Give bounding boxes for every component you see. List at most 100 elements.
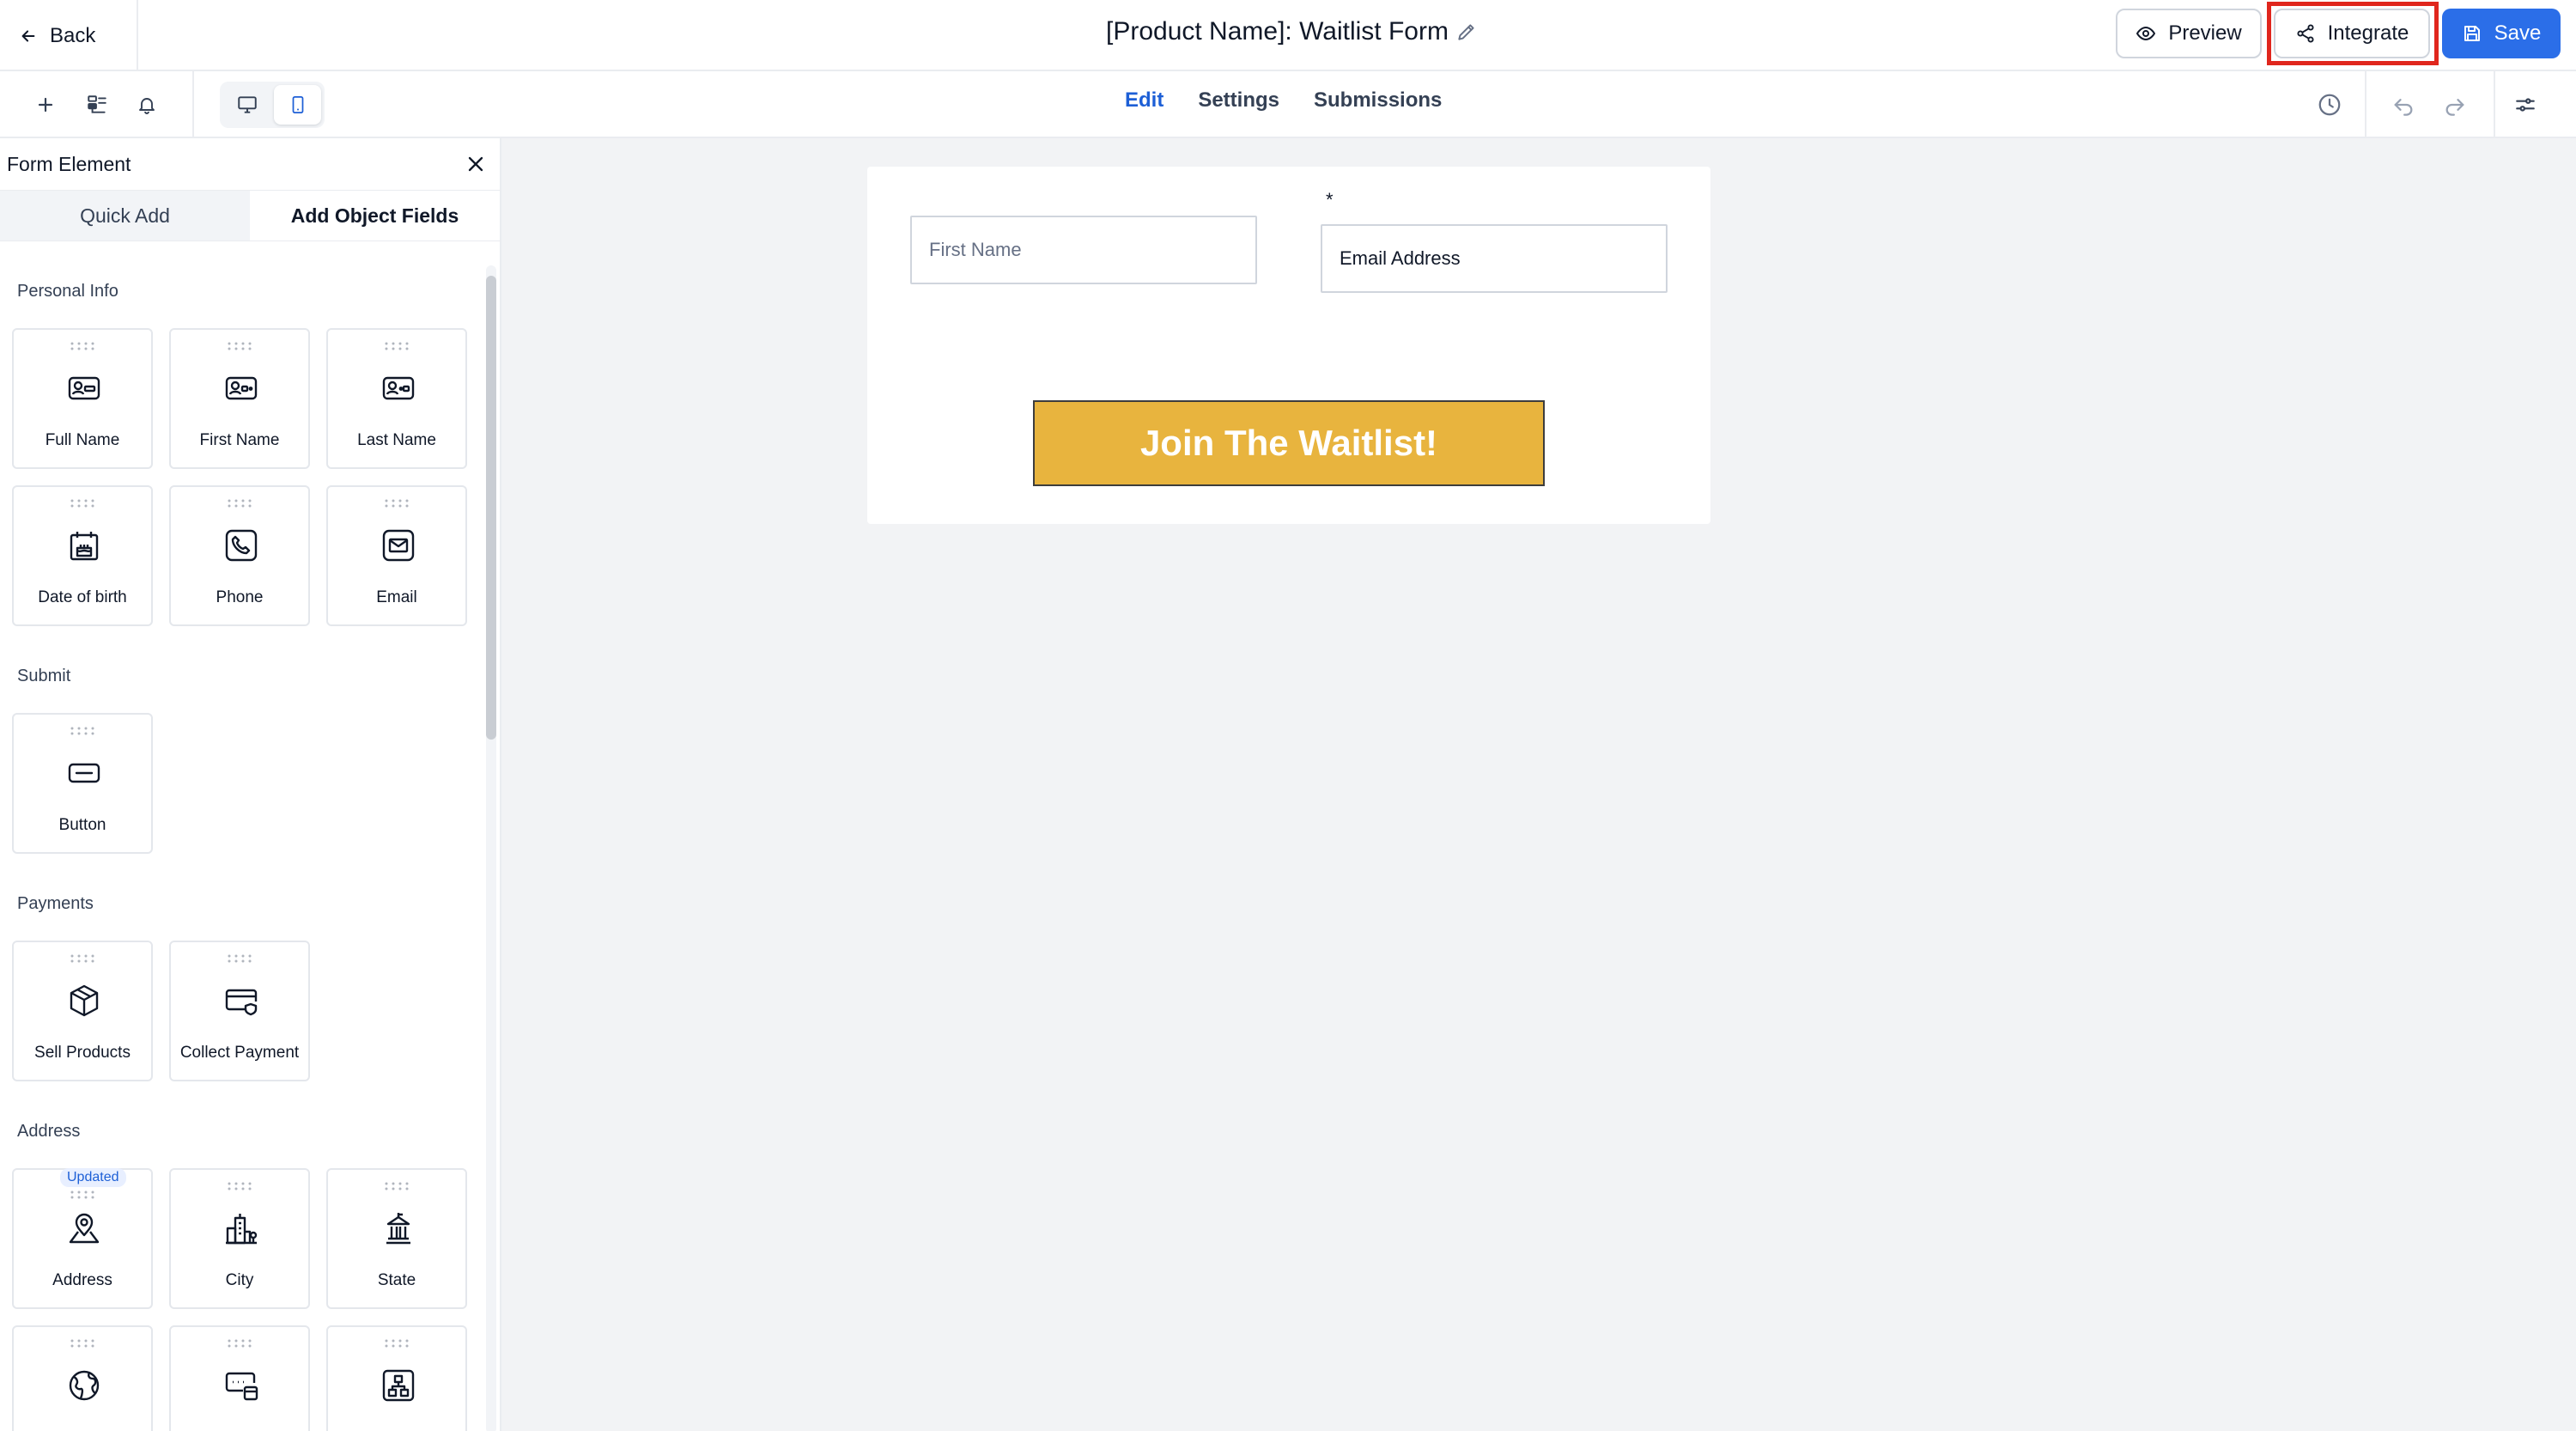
drag-handle-icon xyxy=(385,1182,409,1190)
desktop-view-button[interactable] xyxy=(223,85,270,125)
section-label-submit: Submit xyxy=(17,667,71,685)
id-card-icon xyxy=(382,376,415,400)
drag-handle-icon xyxy=(228,1182,252,1190)
drag-handle-icon xyxy=(228,954,252,963)
editor-toolbar: Edit Settings Submissions xyxy=(0,71,2576,138)
field-postal-code[interactable] xyxy=(169,1325,310,1431)
panel-scrollbar[interactable] xyxy=(486,265,496,1431)
phone-icon xyxy=(225,529,258,562)
pencil-icon[interactable] xyxy=(1455,21,1478,43)
field-label: Last Name xyxy=(357,431,436,449)
field-state[interactable]: State xyxy=(326,1168,467,1309)
arrow-left-icon xyxy=(19,27,38,46)
email-input[interactable]: Email Address xyxy=(1321,224,1668,293)
field-label: Date of birth xyxy=(38,588,127,606)
history-icon[interactable] xyxy=(2315,90,2344,119)
field-label: Collect Payment xyxy=(179,1044,300,1062)
share-nodes-icon xyxy=(2295,23,2316,44)
field-first-name[interactable]: First Name xyxy=(169,328,310,469)
drag-handle-icon xyxy=(228,499,252,508)
field-label: Sell Products xyxy=(34,1044,131,1062)
field-label: Button xyxy=(58,816,106,834)
field-collect-payment[interactable]: Collect Payment xyxy=(169,941,310,1081)
monitor-icon xyxy=(235,94,259,116)
drag-handle-icon xyxy=(70,499,94,508)
field-label: City xyxy=(225,1271,254,1289)
birthday-cake-icon xyxy=(70,532,99,561)
save-disk-icon xyxy=(2462,23,2482,44)
field-phone[interactable]: Phone xyxy=(169,485,310,626)
city-buildings-icon xyxy=(226,1214,258,1245)
field-label: Email xyxy=(376,588,417,606)
id-card-icon xyxy=(68,376,100,400)
tab-add-object-fields[interactable]: Add Object Fields xyxy=(250,191,500,241)
mobile-view-button[interactable] xyxy=(274,85,321,125)
bell-icon[interactable] xyxy=(132,90,161,119)
layers-icon[interactable] xyxy=(82,90,112,119)
drag-handle-icon xyxy=(385,499,409,508)
close-icon[interactable] xyxy=(464,152,488,176)
toolbar-divider xyxy=(2365,71,2366,138)
drag-handle-icon xyxy=(70,342,94,350)
field-city[interactable]: City xyxy=(169,1168,310,1309)
page-title: [Product Name]: Waitlist Form xyxy=(1106,17,1478,46)
drag-handle-icon xyxy=(228,1339,252,1348)
package-box-icon xyxy=(70,984,99,1017)
form-title: [Product Name]: Waitlist Form xyxy=(1106,17,1449,46)
integrate-label: Integrate xyxy=(2327,21,2409,45)
section-label-payments: Payments xyxy=(17,894,94,913)
field-last-name[interactable]: Last Name xyxy=(326,328,467,469)
field-label: State xyxy=(377,1271,416,1289)
field-address[interactable]: Updated Address xyxy=(12,1168,153,1309)
field-organization[interactable] xyxy=(326,1325,467,1431)
top-bar: Back [Product Name]: Waitlist Form Previ… xyxy=(0,0,2576,71)
smartphone-icon xyxy=(289,93,307,117)
add-icon[interactable] xyxy=(31,90,60,119)
join-waitlist-button[interactable]: Join The Waitlist! xyxy=(1033,400,1545,486)
eye-icon xyxy=(2136,23,2156,44)
tab-edit[interactable]: Edit xyxy=(1125,88,1163,113)
field-email[interactable]: Email xyxy=(326,485,467,626)
undo-icon[interactable] xyxy=(2389,90,2418,119)
map-pin-icon xyxy=(69,1213,100,1244)
org-chart-icon xyxy=(382,1369,415,1402)
save-label: Save xyxy=(2494,21,2542,45)
field-label: Full Name xyxy=(45,431,120,449)
updated-badge: Updated xyxy=(60,1168,126,1187)
capitol-building-icon xyxy=(386,1213,410,1245)
section-label-address: Address xyxy=(17,1122,81,1141)
drag-handle-icon xyxy=(70,954,94,963)
drag-handle-icon xyxy=(385,342,409,350)
sliders-icon[interactable] xyxy=(2511,90,2540,119)
field-full-name[interactable]: Full Name xyxy=(12,328,153,469)
credit-card-shield-icon xyxy=(225,989,258,1016)
integrate-button[interactable]: Integrate xyxy=(2274,9,2430,58)
drag-handle-icon xyxy=(385,1339,409,1348)
save-button[interactable]: Save xyxy=(2442,9,2561,58)
first-name-input[interactable]: First Name xyxy=(910,216,1257,284)
required-marker: * xyxy=(1326,189,1334,210)
drag-handle-icon xyxy=(70,1339,94,1348)
drag-handle-icon xyxy=(70,1190,94,1199)
globe-icon xyxy=(69,1370,100,1401)
field-date-of-birth[interactable]: Date of birth xyxy=(12,485,153,626)
editor-tabs: Edit Settings Submissions xyxy=(1125,88,1442,113)
toolbar-divider xyxy=(192,71,194,138)
id-card-icon xyxy=(225,376,258,400)
tab-quick-add[interactable]: Quick Add xyxy=(0,191,250,241)
field-label: Phone xyxy=(216,588,264,606)
preview-button[interactable]: Preview xyxy=(2116,9,2262,58)
field-sell-products[interactable]: Sell Products xyxy=(12,941,153,1081)
envelope-icon xyxy=(382,529,415,562)
field-button[interactable]: Button xyxy=(12,713,153,854)
section-label-personal-info: Personal Info xyxy=(17,282,118,301)
scroll-thumb[interactable] xyxy=(486,276,496,740)
drag-handle-icon xyxy=(228,342,252,350)
back-button[interactable]: Back xyxy=(0,0,138,71)
drag-handle-icon xyxy=(70,727,94,735)
panel-header: Form Element xyxy=(0,138,500,190)
redo-icon[interactable] xyxy=(2440,90,2470,119)
tab-settings[interactable]: Settings xyxy=(1198,88,1279,113)
field-country[interactable] xyxy=(12,1325,153,1431)
tab-submissions[interactable]: Submissions xyxy=(1314,88,1442,113)
